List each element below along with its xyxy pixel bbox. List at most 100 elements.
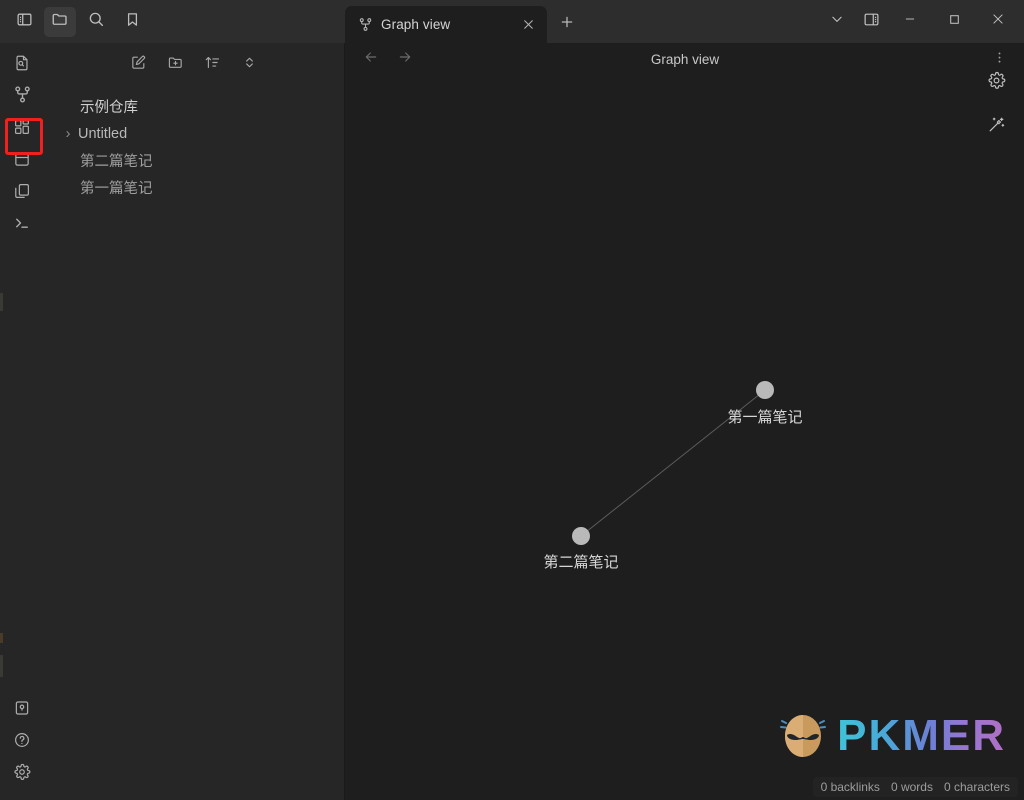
rail-item-daily-note[interactable] bbox=[2, 145, 42, 177]
graph-icon bbox=[358, 17, 373, 32]
status-characters: 0 characters bbox=[943, 780, 1010, 794]
tab-graph-view[interactable]: Graph view bbox=[345, 6, 547, 43]
rail-item-graph-view[interactable] bbox=[2, 81, 42, 113]
gear-icon bbox=[13, 763, 31, 786]
tab-list-dropdown-button[interactable] bbox=[820, 7, 854, 37]
folder-icon bbox=[51, 10, 69, 33]
file-explorer-pane: 示例仓库 › Untitled 第二篇笔记 第一篇笔记 bbox=[44, 43, 345, 800]
search-icon bbox=[87, 10, 105, 33]
tree-item-label: Untitled bbox=[78, 125, 128, 142]
tab-label: Graph view bbox=[381, 17, 451, 32]
rail-item-terminal[interactable] bbox=[2, 209, 42, 241]
rail-top-group bbox=[2, 43, 42, 241]
forward-button[interactable] bbox=[394, 49, 416, 71]
graph-restore-button[interactable] bbox=[984, 115, 1008, 139]
graph-node[interactable] bbox=[756, 381, 774, 399]
new-tab-button[interactable] bbox=[552, 9, 582, 39]
bookmarks-button[interactable] bbox=[116, 7, 148, 37]
search-button[interactable] bbox=[80, 7, 112, 37]
new-note-icon bbox=[130, 54, 147, 76]
graph-node-label: 第一篇笔记 bbox=[727, 409, 803, 426]
graph-icon bbox=[13, 85, 32, 109]
nav-arrows bbox=[360, 49, 416, 71]
toggle-left-sidebar-button[interactable] bbox=[8, 7, 40, 37]
minimize-button[interactable] bbox=[888, 7, 932, 37]
status-backlinks: 0 backlinks bbox=[820, 780, 880, 794]
rail-item-canvas[interactable] bbox=[2, 113, 42, 145]
arrow-right-icon bbox=[397, 49, 413, 70]
tree-item-note-second[interactable]: 第二篇笔记 bbox=[44, 147, 344, 174]
files-button[interactable] bbox=[44, 6, 76, 37]
bookmark-icon bbox=[124, 11, 141, 33]
rail-edge-mark-top bbox=[0, 293, 3, 311]
graph-node[interactable] bbox=[572, 527, 590, 545]
pkmer-logo-svg bbox=[780, 715, 827, 757]
close-button[interactable] bbox=[976, 7, 1020, 37]
grid-icon bbox=[13, 118, 31, 141]
sort-order-button[interactable] bbox=[199, 52, 227, 78]
rail-edge-mark-mid bbox=[0, 633, 3, 643]
graph-links-layer bbox=[580, 389, 766, 537]
tree-item-note-first[interactable]: 第一篇笔记 bbox=[44, 174, 344, 201]
graph-node-label: 第二篇笔记 bbox=[543, 554, 619, 571]
file-search-icon bbox=[13, 54, 31, 77]
new-folder-button[interactable] bbox=[162, 52, 190, 78]
app-window: Graph view 示例仓库 › Untitled 第二篇笔记 第一篇笔记 G… bbox=[0, 0, 1024, 800]
tree-item-label: 示例仓库 bbox=[80, 100, 138, 116]
more-vertical-icon bbox=[992, 50, 1007, 70]
rail-item-file-recovery[interactable] bbox=[2, 49, 42, 81]
magic-wand-icon bbox=[987, 115, 1006, 139]
tab-close-button[interactable] bbox=[518, 15, 538, 35]
chevron-right-icon[interactable]: › bbox=[58, 126, 78, 142]
view-header: Graph view bbox=[346, 43, 1024, 76]
graph-view-pane: Graph view 第一篇笔记 第二篇笔记 PKMER 0 backlinks… bbox=[346, 43, 1024, 800]
file-tree: 示例仓库 › Untitled 第二篇笔记 第一篇笔记 bbox=[44, 79, 344, 201]
collapse-all-button[interactable] bbox=[236, 52, 264, 78]
vault-icon bbox=[13, 699, 31, 722]
toggle-right-sidebar-button[interactable] bbox=[854, 7, 888, 37]
terminal-icon bbox=[13, 214, 31, 237]
calendar-icon bbox=[13, 150, 31, 173]
maximize-icon bbox=[948, 13, 961, 31]
gear-icon bbox=[987, 71, 1006, 95]
chevron-down-icon bbox=[830, 12, 844, 31]
pkmer-wordmark: PKMER bbox=[837, 710, 1006, 760]
rail-edge-mark-bottom bbox=[0, 655, 3, 677]
tree-item-folder-untitled[interactable]: › Untitled bbox=[44, 120, 344, 147]
sidebar-icon bbox=[16, 11, 33, 33]
left-icon-rail bbox=[0, 43, 44, 800]
maximize-button[interactable] bbox=[932, 7, 976, 37]
rail-bottom-group bbox=[2, 694, 42, 800]
pkmer-logo-icon bbox=[777, 707, 829, 764]
back-button[interactable] bbox=[360, 49, 382, 71]
rail-item-vault-switcher[interactable] bbox=[2, 694, 42, 726]
tree-item-label: 第一篇笔记 bbox=[80, 181, 153, 197]
tree-item-label: 第二篇笔记 bbox=[80, 154, 153, 170]
graph-canvas[interactable]: 第一篇笔记 第二篇笔记 bbox=[346, 76, 1024, 800]
tab-strip: Graph view bbox=[345, 0, 1024, 43]
graph-tools bbox=[984, 71, 1008, 139]
rail-item-settings[interactable] bbox=[2, 758, 42, 790]
new-note-button[interactable] bbox=[125, 52, 153, 78]
tree-item-vault[interactable]: 示例仓库 bbox=[44, 93, 344, 120]
view-title: Graph view bbox=[650, 52, 720, 67]
collapse-icon bbox=[241, 54, 258, 76]
status-bar: 0 backlinks 0 words 0 characters bbox=[812, 777, 1018, 797]
window-controls bbox=[820, 0, 1024, 43]
help-icon bbox=[13, 731, 31, 754]
arrow-left-icon bbox=[363, 49, 379, 70]
left-toolbar bbox=[0, 0, 345, 43]
rail-item-help[interactable] bbox=[2, 726, 42, 758]
status-words: 0 words bbox=[890, 780, 933, 794]
new-folder-icon bbox=[167, 54, 184, 76]
explorer-toolbar bbox=[44, 43, 344, 79]
graph-settings-button[interactable] bbox=[984, 71, 1008, 95]
close-icon bbox=[991, 12, 1005, 31]
rail-item-templates[interactable] bbox=[2, 177, 42, 209]
plus-icon bbox=[559, 14, 575, 35]
sort-icon bbox=[204, 54, 221, 76]
pkmer-watermark: PKMER bbox=[777, 707, 1006, 764]
right-sidebar-icon bbox=[863, 11, 880, 33]
title-bar: Graph view bbox=[0, 0, 1024, 43]
view-options-button[interactable] bbox=[988, 49, 1010, 71]
